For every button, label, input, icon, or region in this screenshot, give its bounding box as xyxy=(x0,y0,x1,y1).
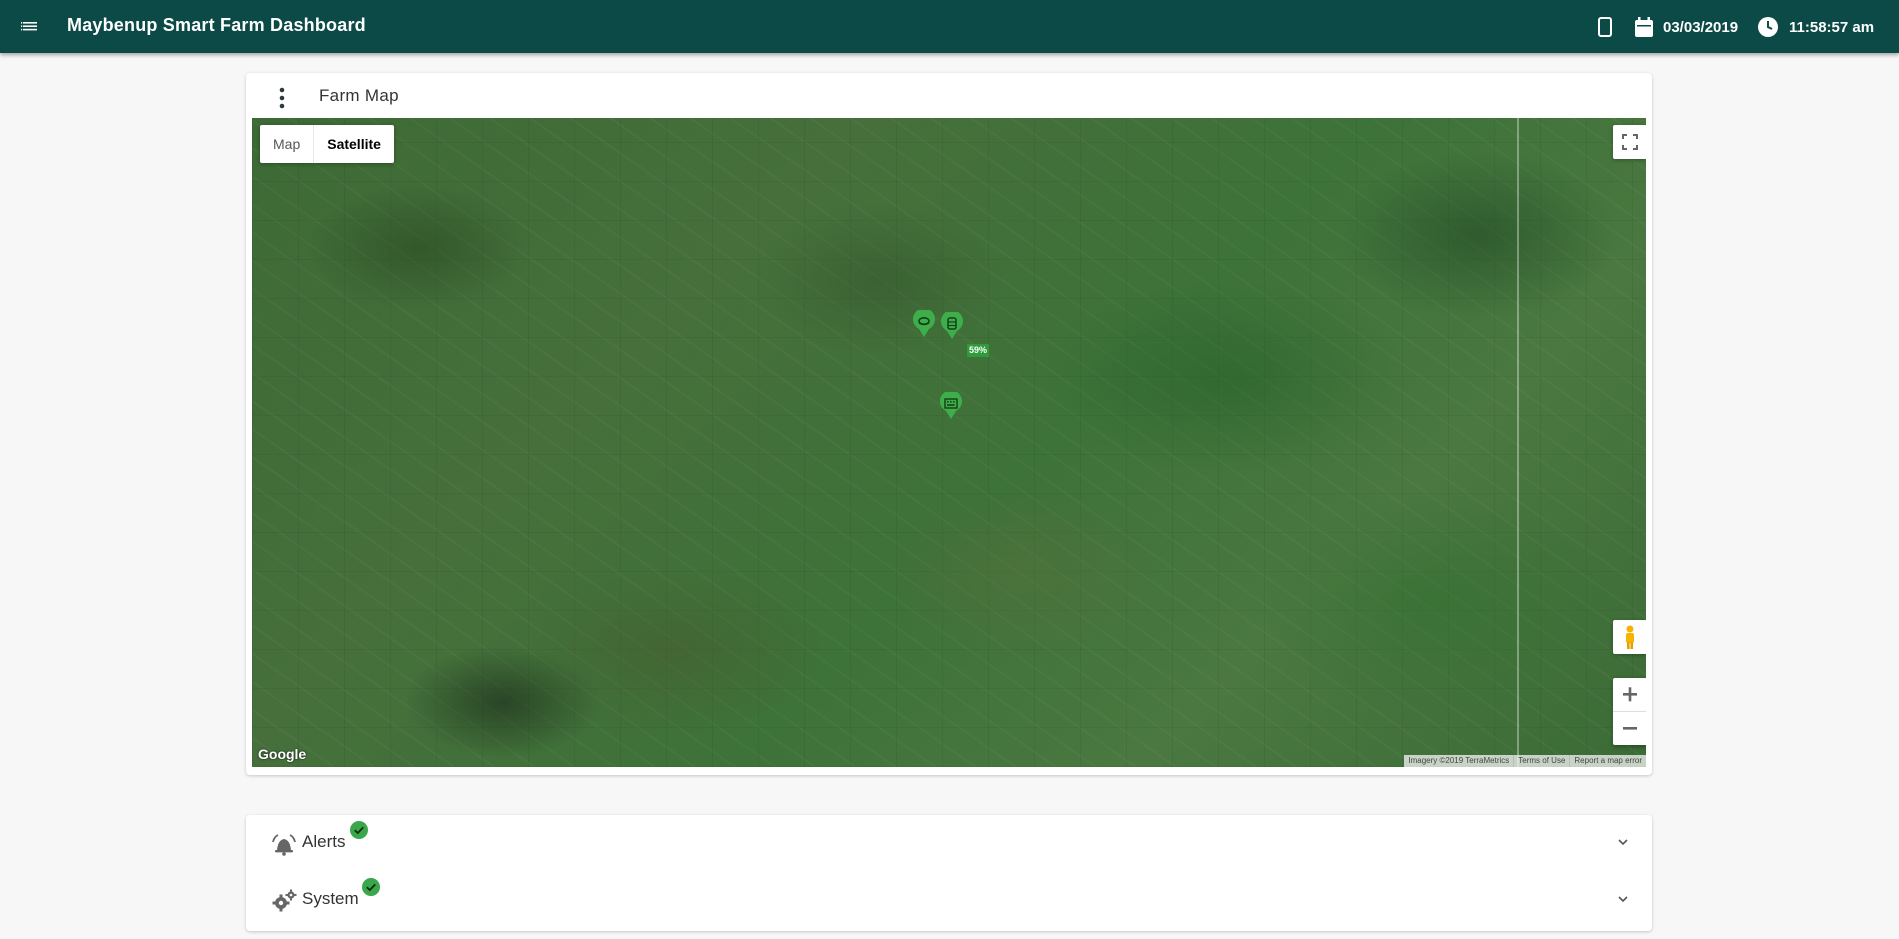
pegman-icon xyxy=(1626,625,1634,649)
satellite-map[interactable]: Map Satellite 59% Google Imagery ©2019 T… xyxy=(252,118,1646,767)
card-header: Farm Map xyxy=(246,73,1652,118)
fullscreen-icon xyxy=(1622,134,1638,150)
more-vert-icon[interactable] xyxy=(278,87,286,109)
fullscreen-button[interactable] xyxy=(1613,125,1646,159)
imagery-credit: Imagery ©2019 TerraMetrics xyxy=(1408,756,1510,765)
app-title: Maybenup Smart Farm Dashboard xyxy=(67,15,366,35)
bell-alert-icon xyxy=(271,832,297,856)
map-type-toggle: Map Satellite xyxy=(260,125,394,163)
station-marker[interactable] xyxy=(939,392,963,420)
current-date: 03/03/2019 xyxy=(1663,19,1739,36)
zoom-in-button[interactable] xyxy=(1613,678,1646,712)
current-time: 11:58:57 am xyxy=(1789,19,1875,36)
tank-marker[interactable] xyxy=(940,312,964,340)
report-map-error-link[interactable]: Report a map error xyxy=(1569,755,1646,767)
gears-icon xyxy=(271,889,297,913)
check-circle-icon xyxy=(362,878,380,896)
chevron-down-icon[interactable] xyxy=(1616,835,1630,849)
alerts-label: Alerts xyxy=(302,832,346,851)
street-view-button[interactable] xyxy=(1613,620,1646,654)
system-panel-header[interactable]: System xyxy=(246,872,1652,928)
app-bar: Maybenup Smart Farm Dashboard 03/03/2019… xyxy=(0,0,1899,53)
layers-icon xyxy=(913,310,935,337)
menu-icon[interactable] xyxy=(21,17,39,35)
status-accordion: Alerts System xyxy=(246,815,1652,931)
tank-level-badge: 59% xyxy=(967,344,990,357)
terms-of-use-link[interactable]: Terms of Use xyxy=(1513,755,1569,767)
card-title: Farm Map xyxy=(319,86,399,105)
map-type-satellite-button[interactable]: Satellite xyxy=(314,125,394,163)
tablet-icon[interactable] xyxy=(1594,16,1616,38)
keyboard-icon xyxy=(940,392,962,419)
tile-seam xyxy=(1517,118,1519,767)
map-type-map-button[interactable]: Map xyxy=(260,125,315,163)
alerts-panel-header[interactable]: Alerts xyxy=(246,815,1652,871)
chevron-down-icon[interactable] xyxy=(1616,892,1630,906)
google-logo: Google xyxy=(258,746,307,762)
database-icon xyxy=(941,312,963,339)
map-attribution: Imagery ©2019 TerraMetrics Terms of Use … xyxy=(1404,755,1646,767)
check-circle-icon xyxy=(350,821,368,839)
clock-icon xyxy=(1757,16,1779,38)
calendar-icon xyxy=(1633,16,1655,38)
zoom-out-button[interactable] xyxy=(1613,712,1646,745)
silo-marker[interactable] xyxy=(912,310,936,338)
farm-map-card: Farm Map Map Satellite 59% Google Imager… xyxy=(246,73,1652,775)
system-label: System xyxy=(302,889,359,908)
